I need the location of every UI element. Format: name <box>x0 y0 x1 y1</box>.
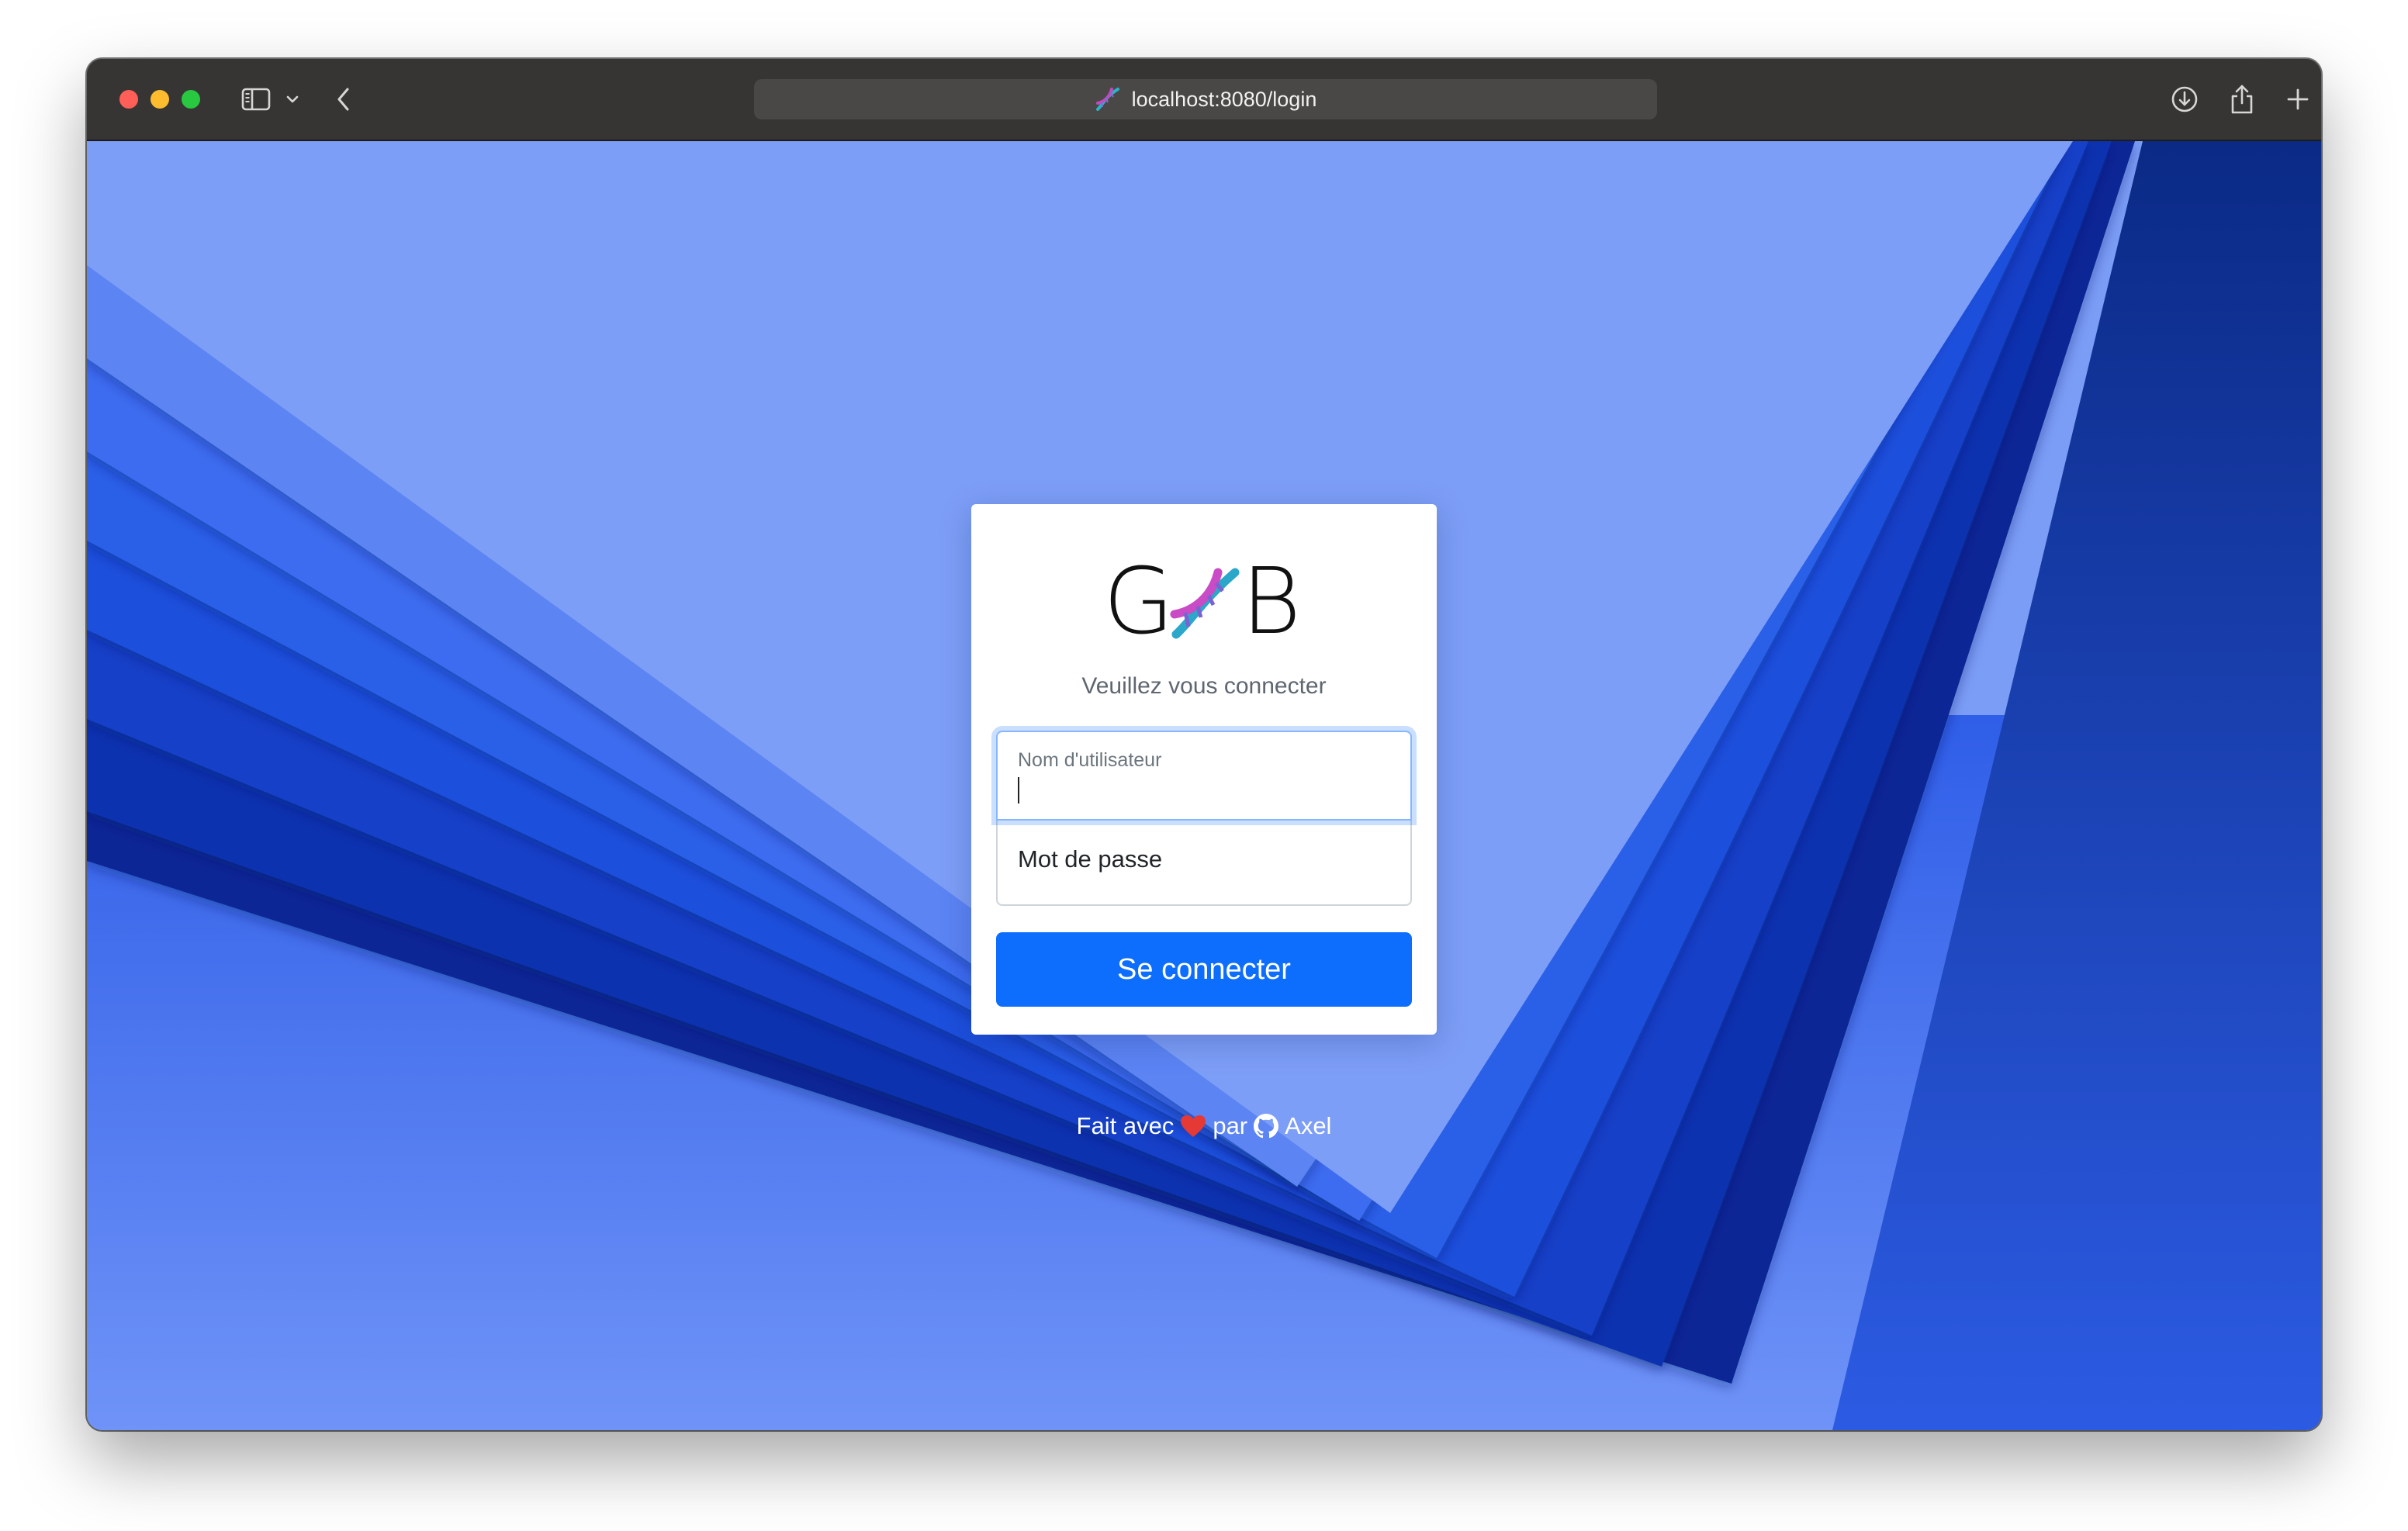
footer-middle: par <box>1213 1112 1248 1139</box>
browser-toolbar: localhost:8080/login <box>87 59 2321 141</box>
sidebar-toggle-button[interactable] <box>239 82 273 116</box>
dna-favicon-icon <box>1095 86 1121 112</box>
login-button[interactable]: Se connecter <box>996 932 1412 1007</box>
page-footer: Fait avec par Axel <box>971 1112 1437 1140</box>
chevron-left-icon <box>337 88 349 111</box>
url-text: localhost:8080/login <box>1131 87 1317 111</box>
address-bar[interactable]: localhost:8080/login <box>754 79 1657 119</box>
new-tab-button[interactable] <box>2282 82 2313 116</box>
password-placeholder: Mot de passe <box>1018 845 1163 873</box>
username-label: Nom d'utilisateur <box>1018 749 1162 771</box>
screen: localhost:8080/login G B Veuillez vous c… <box>0 0 2408 1531</box>
chevron-down-icon <box>286 95 299 103</box>
page-viewport: G B Veuillez vous connecter Nom d'utilis… <box>87 141 2321 1430</box>
maximize-window-button[interactable] <box>182 90 200 109</box>
download-icon <box>2171 86 2198 112</box>
downloads-button[interactable] <box>2168 82 2202 116</box>
close-window-button[interactable] <box>119 90 138 109</box>
author-link[interactable]: Axel <box>1254 1112 1331 1140</box>
logo-letter-left: G <box>1103 548 1175 655</box>
minimize-window-button[interactable] <box>150 90 169 109</box>
tab-menu-button[interactable] <box>284 82 301 116</box>
share-icon <box>2231 85 2253 114</box>
browser-window: localhost:8080/login G B Veuillez vous c… <box>87 59 2321 1430</box>
text-caret <box>1018 777 1019 804</box>
footer-prefix: Fait avec <box>1076 1112 1175 1139</box>
app-logo: G B <box>1103 548 1305 655</box>
dna-logo-icon <box>1170 568 1240 639</box>
heart-icon <box>1180 1115 1206 1138</box>
login-subtitle: Veuillez vous connecter <box>1081 673 1327 699</box>
share-button[interactable] <box>2225 82 2259 116</box>
back-button[interactable] <box>332 82 355 116</box>
login-card: G B Veuillez vous connecter Nom d'utilis… <box>971 504 1437 1035</box>
plus-icon <box>2287 88 2309 110</box>
password-field[interactable]: Mot de passe <box>996 821 1412 906</box>
github-icon <box>1254 1114 1279 1139</box>
sidebar-icon <box>241 88 271 111</box>
logo-letter-right: B <box>1241 548 1302 655</box>
author-name: Axel <box>1285 1112 1332 1139</box>
username-field[interactable]: Nom d'utilisateur <box>996 731 1412 821</box>
